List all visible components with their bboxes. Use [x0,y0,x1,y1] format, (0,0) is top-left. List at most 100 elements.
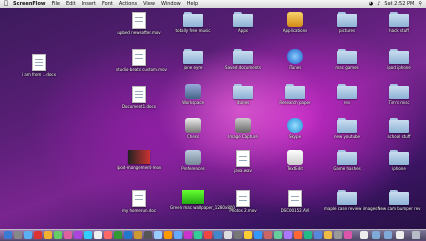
app-icon[interactable] [164,231,172,239]
desktop-icon[interactable]: iphone [376,150,422,171]
app-icon[interactable] [144,231,152,239]
app-icon[interactable] [274,231,282,239]
desktop-icon[interactable]: mac games [324,49,370,70]
desktop-icon[interactable]: new youtube [324,118,370,139]
app-icon[interactable] [34,231,42,239]
app-icon[interactable] [294,231,302,239]
desktop-icon[interactable]: pictures [324,12,370,33]
app-icon[interactable] [254,231,262,239]
desktop-icon[interactable]: iTunes [272,49,318,70]
menu-window[interactable]: Window [161,0,181,8]
app-icon[interactable] [184,231,192,239]
app-icon[interactable] [314,231,322,239]
app-icon[interactable] [104,231,112,239]
photo-icon[interactable] [74,231,82,239]
desktop-icon[interactable]: hack stuff [376,12,422,33]
desktop-icon-label: Game hashes [333,166,361,171]
menu-actions[interactable]: Actions [119,0,137,8]
app-icon[interactable] [234,231,242,239]
app-icon[interactable] [324,231,332,239]
desktop-icon[interactable]: Game hashes [324,150,370,171]
desktop-icon[interactable]: upbed newsofter.mov [116,12,162,35]
itunes-dock-icon[interactable] [64,231,72,239]
app-icon[interactable] [284,231,292,239]
app-icon[interactable] [214,231,222,239]
app-icon[interactable] [334,231,342,239]
desktop-icon[interactable]: itunes [220,84,266,105]
menu-font[interactable]: Font [102,0,113,8]
menu-bar:  ScreenFlow File Edit Insert Font Actio… [0,0,426,8]
app-icon[interactable] [304,231,312,239]
app-icon[interactable] [264,231,272,239]
app-icon[interactable] [114,231,122,239]
desktop-icon[interactable]: ipod iphone [376,49,422,70]
desktop-icon[interactable]: DSC00152.AVI [272,190,318,213]
trash-icon[interactable] [412,231,420,239]
app-icon[interactable] [154,231,162,239]
desktop-icon-label: new youtube [334,134,360,139]
desktop-icon[interactable]: Saved documents [220,49,266,70]
app-icon[interactable] [134,231,142,239]
desktop-icon[interactable]: Green mac wallpaper_1280x800 [170,190,235,210]
app-icon[interactable] [344,231,352,239]
menu-clock[interactable]: Sat 2:52 PM [384,0,414,8]
desktop-icon[interactable]: Workspace [170,84,216,105]
desktop-icon[interactable]: Image Capture [220,118,266,139]
desktop-icon[interactable]: Apps [220,12,266,33]
desktop-icon[interactable]: ipod-mangement-mov [116,150,162,170]
desktop-icon[interactable]: totally free music [170,12,216,33]
image-thumbnail-icon [182,190,204,204]
spotlight-icon[interactable]: ⚲ [418,0,422,8]
dashboard-icon[interactable] [14,231,22,239]
desktop-icon[interactable]: Preferences [170,150,216,171]
document-dock-icon[interactable] [360,231,368,239]
desktop-icon[interactable]: Research paper [272,84,318,105]
desktop-icon[interactable]: rev [324,84,370,105]
applications-icon [287,12,303,27]
menu-insert[interactable]: Insert [82,0,96,8]
textedit-dock-icon[interactable] [94,231,102,239]
desktop-icon[interactable]: studio-beats custom.mov [116,49,167,72]
desktop-icon[interactable]: school stuff [376,118,422,139]
menu-view[interactable]: View [143,0,155,8]
skype-icon [287,118,303,133]
desktop-icon[interactable]: my homerun.doc [116,190,162,213]
document-icon [32,54,46,71]
desktop-icon[interactable]: Skype [272,118,318,139]
downloads-stack-icon[interactable] [372,231,380,239]
desktop-icon[interactable]: Document1.docx [116,86,162,109]
facetime-icon[interactable] [54,231,62,239]
documents-stack-icon[interactable] [384,231,392,239]
menu-file[interactable]: File [52,0,60,8]
desktop-icon[interactable]: java.wav [220,150,266,173]
desktop-icon-label: iTunes [288,65,302,70]
skype-dock-icon[interactable] [84,231,92,239]
desktop-icon[interactable]: maple case review images [324,190,377,211]
desktop-icon[interactable]: Tim's misc [376,84,422,105]
app-icon[interactable] [124,231,132,239]
apple-menu-icon[interactable]:  [3,0,9,8]
status-area: ◕ ♪ Sat 2:52 PM ⚲ [369,0,422,8]
mail-icon[interactable] [44,231,52,239]
desktop-icon[interactable]: jane eyre [170,49,216,70]
desktop-icon-label: my homerun.doc [121,208,157,213]
finder-icon[interactable] [4,231,12,239]
document-dock-icon[interactable] [396,231,404,239]
volume-icon[interactable]: ♪ [377,0,380,8]
app-icon[interactable] [174,231,182,239]
menu-help[interactable]: Help [187,0,198,8]
menu-app[interactable]: ScreenFlow [13,0,46,8]
desktop-icon[interactable]: TextEdit [272,150,318,171]
app-icon[interactable] [244,231,252,239]
app-icon[interactable] [194,231,202,239]
safari-icon[interactable] [24,231,32,239]
desktop-icon[interactable]: Chess [170,118,216,139]
desktop-icon[interactable]: i am from ...docx [16,54,62,77]
menu-edit[interactable]: Edit [66,0,76,8]
app-icon[interactable] [204,231,212,239]
desktop-icon[interactable]: Photos 2.mov [220,190,266,213]
desktop-icon[interactable]: New cam bumper rev [376,190,422,211]
wifi-icon[interactable]: ◕ [369,0,373,8]
desktop-icon[interactable]: Applications [272,12,318,33]
app-icon[interactable] [224,231,232,239]
